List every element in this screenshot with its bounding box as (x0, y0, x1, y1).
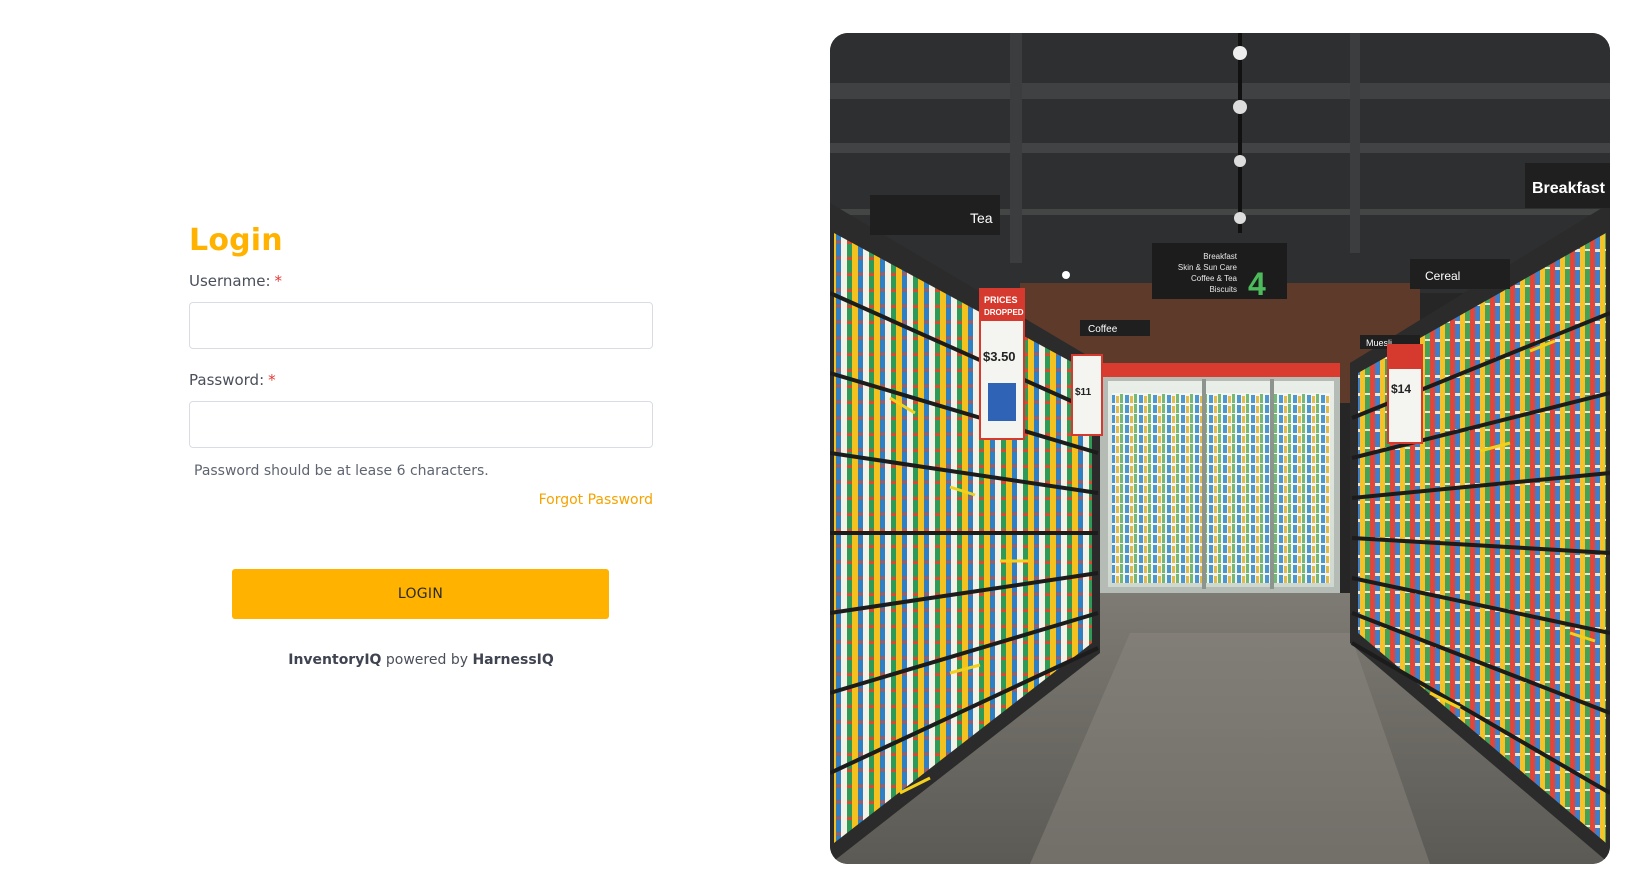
username-label-text: Username: (189, 272, 271, 290)
username-input[interactable] (189, 302, 653, 349)
sign-tea: Tea (970, 210, 993, 226)
password-label-text: Password: (189, 371, 265, 389)
required-mark: * (268, 371, 276, 389)
username-label: Username: * (189, 272, 653, 290)
password-label: Password: * (189, 371, 653, 389)
supermarket-illustration: Tea Breakfast Cereal Breakfast Skin & Su… (830, 33, 1610, 864)
login-form: Login Username: * Password: * Password sho… (189, 222, 653, 668)
password-input[interactable] (189, 401, 653, 448)
aisle-list-item: Biscuits (1209, 285, 1237, 294)
aisle-list-item: Coffee & Tea (1191, 274, 1238, 283)
aisle-number: 4 (1248, 266, 1266, 302)
brand-name: InventoryIQ (288, 652, 382, 668)
prices-dropped-line2: DROPPED (984, 308, 1024, 317)
powered-by-footer: InventoryIQ powered by HarnessIQ (189, 652, 653, 668)
powered-by-text: powered by (385, 652, 468, 668)
aisle-list-item: Breakfast (1203, 252, 1238, 261)
prices-dropped-line1: PRICES (984, 295, 1018, 305)
login-button[interactable]: LOGIN (232, 569, 609, 619)
sign-coffee: Coffee (1088, 324, 1118, 335)
price-tag-small: $11 (1075, 387, 1092, 398)
vendor-name: HarnessIQ (472, 652, 554, 668)
sign-breakfast: Breakfast (1532, 180, 1606, 197)
sign-cereal: Cereal (1425, 269, 1460, 283)
password-hint: Password should be at lease 6 characters… (194, 463, 489, 479)
required-mark: * (274, 272, 283, 290)
page-title: Login (189, 223, 283, 258)
supermarket-aisle-image: Tea Breakfast Cereal Breakfast Skin & Su… (830, 33, 1610, 864)
price-tag-right: $14 (1391, 382, 1411, 396)
aisle-list-item: Skin & Sun Care (1178, 263, 1238, 272)
forgot-password-link[interactable]: Forgot Password (189, 491, 653, 509)
price-tag-left: $3.50 (983, 349, 1016, 364)
login-page: Login Username: * Password: * Password sho… (0, 0, 1627, 887)
